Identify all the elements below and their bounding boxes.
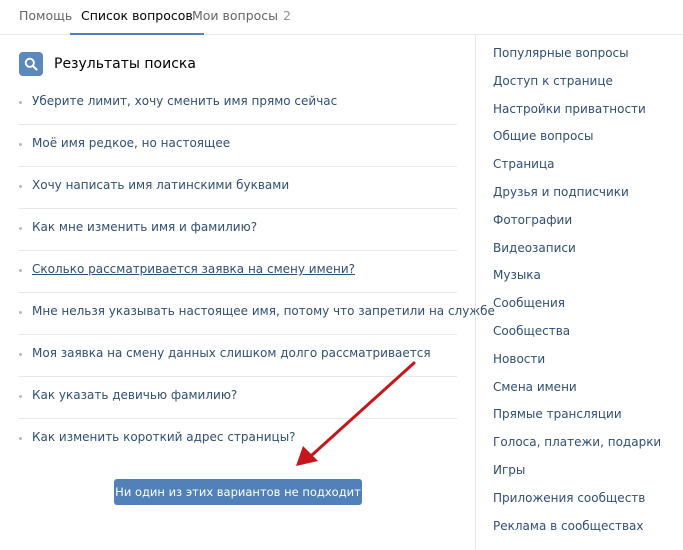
tab-help[interactable]: Помощь	[19, 0, 72, 34]
sidebar-item-friends[interactable]: Друзья и подписчики	[493, 184, 661, 212]
sidebar-item-messages[interactable]: Сообщения	[493, 295, 661, 323]
sidebar-item-name-change[interactable]: Смена имени	[493, 379, 661, 407]
question-item[interactable]: Моя заявка на смену данных слишком долго…	[19, 335, 457, 377]
bullet-dot	[19, 227, 22, 230]
sidebar-item-popular[interactable]: Популярные вопросы	[493, 45, 661, 73]
sidebar-item-communities[interactable]: Сообщества	[493, 323, 661, 351]
search-icon	[19, 52, 43, 76]
question-link[interactable]: Как указать девичью фамилию?	[32, 388, 237, 402]
sidebar-item-privacy[interactable]: Настройки приватности	[493, 101, 661, 129]
bullet-dot	[19, 311, 22, 314]
top-tabs: Помощь Список вопросов Мои вопросы 2	[0, 0, 683, 35]
bullet-dot	[19, 353, 22, 356]
tab-my-questions-label: Мои вопросы	[192, 8, 279, 23]
bullet-dot	[19, 437, 22, 440]
sidebar-item-music[interactable]: Музыка	[493, 267, 661, 295]
sidebar-item-community-apps[interactable]: Приложения сообществ	[493, 490, 661, 518]
bullet-dot	[19, 143, 22, 146]
category-sidebar: Популярные вопросы Доступ к странице Нас…	[475, 35, 683, 550]
sidebar-item-live[interactable]: Прямые трансляции	[493, 406, 661, 434]
sidebar-item-general[interactable]: Общие вопросы	[493, 128, 661, 156]
category-list: Популярные вопросы Доступ к странице Нас…	[493, 45, 661, 545]
question-item[interactable]: Как изменить короткий адрес страницы?	[19, 419, 457, 460]
bullet-dot	[19, 101, 22, 104]
bullet-dot	[19, 269, 22, 272]
question-link[interactable]: Мне нельзя указывать настоящее имя, пото…	[32, 304, 495, 318]
question-link[interactable]: Хочу написать имя латинскими буквами	[32, 178, 289, 192]
question-link[interactable]: Как мне изменить имя и фамилию?	[32, 220, 257, 234]
sidebar-item-payments[interactable]: Голоса, платежи, подарки	[493, 434, 661, 462]
question-item[interactable]: Уберите лимит, хочу сменить имя прямо се…	[19, 83, 457, 125]
sidebar-item-games[interactable]: Игры	[493, 462, 661, 490]
sidebar-item-page[interactable]: Страница	[493, 156, 661, 184]
question-item[interactable]: Мне нельзя указывать настоящее имя, пото…	[19, 293, 495, 335]
question-link[interactable]: Моё имя редкое, но настоящее	[32, 136, 230, 150]
question-link[interactable]: Сколько рассматривается заявка на смену …	[32, 262, 355, 276]
question-link[interactable]: Моя заявка на смену данных слишком долго…	[32, 346, 431, 360]
sidebar-item-news[interactable]: Новости	[493, 351, 661, 379]
sidebar-item-photos[interactable]: Фотографии	[493, 212, 661, 240]
results-title: Результаты поиска	[54, 56, 196, 72]
sidebar-item-page-access[interactable]: Доступ к странице	[493, 73, 661, 101]
no-match-button[interactable]: Ни один из этих вариантов не подходит	[114, 479, 362, 505]
bullet-dot	[19, 395, 22, 398]
question-item[interactable]: Моё имя редкое, но настоящее	[19, 125, 457, 167]
question-item[interactable]: Как указать девичью фамилию?	[19, 377, 457, 419]
search-results-panel: Результаты поиска Уберите лимит, хочу см…	[0, 35, 495, 550]
question-link[interactable]: Как изменить короткий адрес страницы?	[32, 430, 296, 444]
question-item[interactable]: Хочу написать имя латинскими буквами	[19, 167, 457, 209]
bullet-dot	[19, 185, 22, 188]
sidebar-item-videos[interactable]: Видеозаписи	[493, 240, 661, 268]
question-item[interactable]: Как мне изменить имя и фамилию?	[19, 209, 457, 251]
question-item[interactable]: Сколько рассматривается заявка на смену …	[19, 251, 457, 293]
tab-question-list-label: Список вопросов	[81, 8, 193, 23]
tab-question-list[interactable]: Список вопросов	[70, 0, 204, 35]
tab-my-questions[interactable]: Мои вопросы 2	[192, 0, 291, 34]
question-list: Уберите лимит, хочу сменить имя прямо се…	[19, 83, 495, 460]
my-questions-count-badge: 2	[283, 8, 291, 23]
tab-help-label: Помощь	[19, 8, 73, 23]
sidebar-item-community-ads[interactable]: Реклама в сообществах	[493, 518, 661, 546]
question-link[interactable]: Уберите лимит, хочу сменить имя прямо се…	[32, 94, 337, 108]
